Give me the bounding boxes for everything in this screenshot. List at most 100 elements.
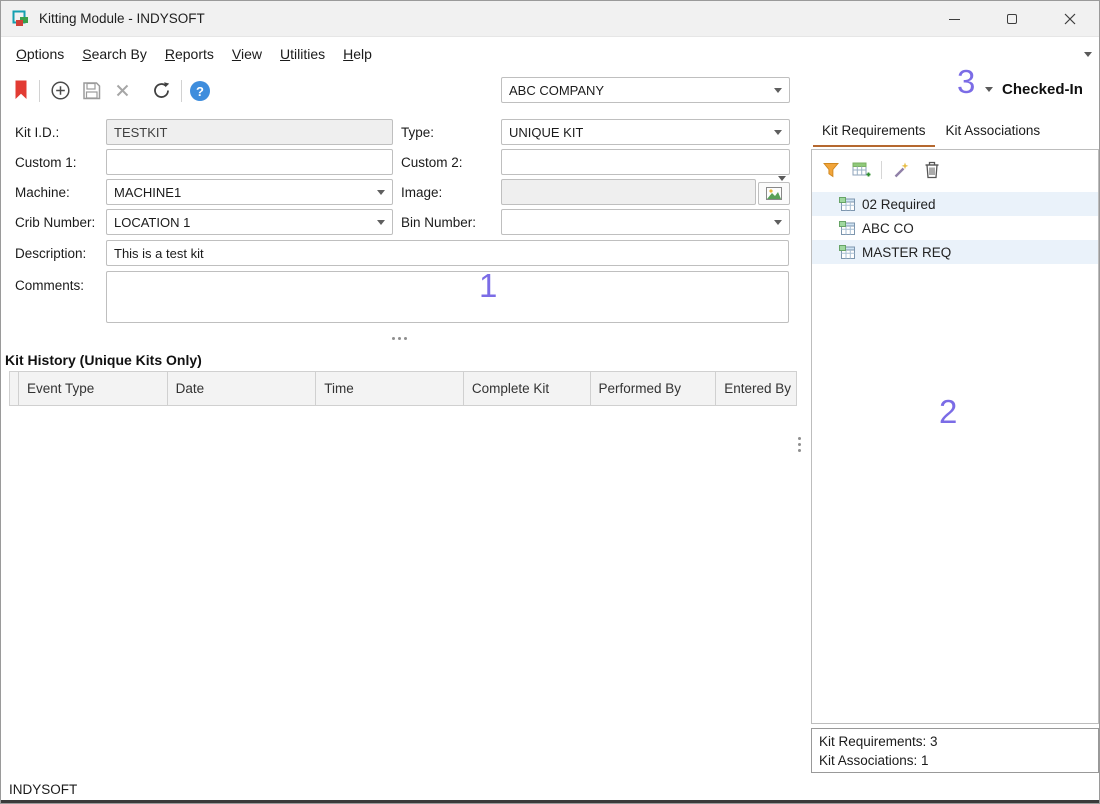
custom1-field[interactable] [106,149,393,175]
annotation-2: 2 [939,393,957,431]
kit-history-title: Kit History (Unique Kits Only) [5,352,202,368]
column-header-time[interactable]: Time [316,372,464,405]
list-item[interactable]: ABC CO [812,216,1098,240]
image-options-chevron-icon[interactable] [778,176,786,181]
chevron-down-icon [774,130,782,135]
save-icon [82,81,101,100]
help-button[interactable] [190,81,210,101]
requirements-toolbar [812,150,1098,190]
checkin-status-label: Checked-In [1002,81,1083,98]
kit-history-table: Event Type Date Time Complete Kit Perfor… [9,371,797,406]
toolbar-separator [881,161,882,179]
image-picker-button[interactable] [758,182,790,205]
vertical-splitter-grip[interactable] [798,437,801,452]
custom2-label: Custom 2: [401,155,463,170]
add-icon [51,81,70,100]
kit-id-label: Kit I.D.: [15,125,59,140]
menu-help[interactable]: Help [334,41,381,67]
list-item[interactable]: MASTER REQ [812,240,1098,264]
window-bottom-edge [1,800,1099,804]
kit-grid-icon [839,221,856,236]
trash-icon [924,161,940,179]
horizontal-splitter-grip[interactable] [392,337,407,340]
bookmark-button[interactable] [14,80,28,100]
annotation-3: 3 [957,63,975,101]
bin-number-label: Bin Number: [401,215,476,230]
column-header-entered-by[interactable]: Entered By [716,372,796,405]
magic-wand-button[interactable] [892,161,911,180]
column-header-performed-by[interactable]: Performed By [591,372,717,405]
chevron-down-icon [377,190,385,195]
requirements-list: 02 Required ABC CO MASTER REQ [812,192,1098,264]
filter-icon [823,162,840,178]
grid-add-button[interactable] [852,162,871,179]
chevron-down-icon [774,88,782,93]
menu-search-by[interactable]: Search By [73,41,156,67]
maximize-button[interactable] [983,1,1041,37]
company-select[interactable]: ABC COMPANY [501,77,790,103]
bookmark-icon [14,80,28,100]
refresh-button[interactable] [152,81,171,100]
menubar: Options Search By Reports View Utilities… [1,38,1099,70]
window-controls [925,1,1099,37]
menu-reports[interactable]: Reports [156,41,223,67]
filter-button[interactable] [823,162,840,178]
kit-id-field [106,119,393,145]
type-label: Type: [401,125,434,140]
column-header-event-type[interactable]: Event Type [19,372,168,405]
summary-kit-requirements: Kit Requirements: 3 [819,732,1091,751]
machine-select-value: MACHINE1 [114,185,181,200]
app-icon [11,9,31,29]
description-field[interactable] [106,240,789,266]
custom1-label: Custom 1: [15,155,77,170]
comments-label: Comments: [15,278,84,293]
minimize-button[interactable] [925,1,983,37]
type-select[interactable]: UNIQUE KIT [501,119,790,145]
comments-field[interactable] [106,271,789,323]
add-record-button[interactable] [51,81,70,100]
machine-label: Machine: [15,185,70,200]
custom2-field[interactable] [501,149,790,175]
help-icon [190,81,210,101]
titlebar: Kitting Module - INDYSOFT [1,1,1099,37]
column-header-complete-kit[interactable]: Complete Kit [464,372,591,405]
crib-number-select[interactable]: LOCATION 1 [106,209,393,235]
bin-number-select[interactable] [501,209,790,235]
annotation-1: 1 [479,267,497,305]
image-field [501,179,756,205]
cancel-button[interactable] [115,83,130,98]
chevron-down-icon [377,220,385,225]
list-item-label: MASTER REQ [862,245,951,260]
delete-requirement-button[interactable] [924,161,940,179]
list-item[interactable]: 02 Required [812,192,1098,216]
toolbar-separator [181,80,182,102]
requirements-tabs: Kit Requirements Kit Associations [813,117,1049,147]
app-window: Kitting Module - INDYSOFT Options Search… [0,0,1100,804]
menu-utilities[interactable]: Utilities [271,41,334,67]
menu-options[interactable]: Options [7,41,73,67]
crib-number-value: LOCATION 1 [114,215,190,230]
column-header-date[interactable]: Date [168,372,317,405]
minimize-icon [949,19,960,20]
cancel-icon [115,83,130,98]
kit-grid-icon [839,197,856,212]
machine-select[interactable]: MACHINE1 [106,179,393,205]
refresh-icon [152,81,171,100]
save-button[interactable] [82,81,101,100]
close-button[interactable] [1041,1,1099,37]
tab-kit-requirements[interactable]: Kit Requirements [813,117,935,147]
kit-grid-icon [839,245,856,260]
tab-kit-associations[interactable]: Kit Associations [937,117,1050,147]
menu-view[interactable]: View [223,41,271,67]
row-indicator-column [10,372,19,405]
type-select-value: UNIQUE KIT [509,125,583,140]
list-item-label: 02 Required [862,197,936,212]
list-item-label: ABC CO [862,221,914,236]
chevron-down-icon [774,220,782,225]
checkin-status-dropdown[interactable]: Checked-In [985,81,1083,98]
company-select-value: ABC COMPANY [509,83,604,98]
summary-kit-associations: Kit Associations: 1 [819,751,1091,770]
menu-overflow-chevron-icon[interactable] [1084,52,1092,57]
description-label: Description: [15,246,86,261]
kit-history-header-row: Event Type Date Time Complete Kit Perfor… [9,371,797,406]
